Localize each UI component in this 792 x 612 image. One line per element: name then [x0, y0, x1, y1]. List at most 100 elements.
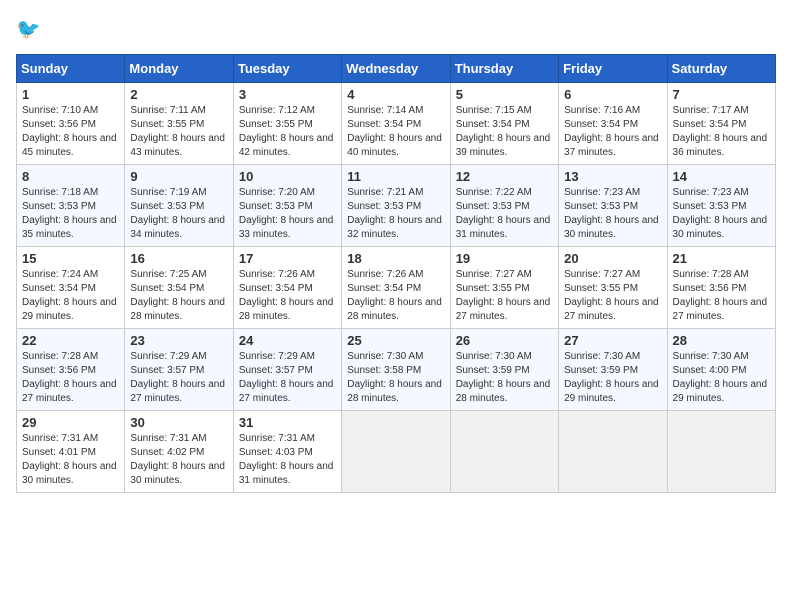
calendar-cell: 4 Sunrise: 7:14 AMSunset: 3:54 PMDayligh… [342, 83, 450, 165]
day-info: Sunrise: 7:16 AMSunset: 3:54 PMDaylight:… [564, 105, 659, 158]
weekday-header-wednesday: Wednesday [342, 55, 450, 83]
page-header: 🐦 [16, 16, 776, 44]
svg-text:🐦: 🐦 [16, 19, 40, 41]
calendar-cell [450, 411, 558, 493]
weekday-header-thursday: Thursday [450, 55, 558, 83]
calendar-cell: 18 Sunrise: 7:26 AMSunset: 3:54 PMDaylig… [342, 247, 450, 329]
day-info: Sunrise: 7:31 AMSunset: 4:02 PMDaylight:… [130, 433, 225, 486]
day-number: 20 [564, 251, 661, 266]
day-number: 16 [130, 251, 227, 266]
calendar-cell: 6 Sunrise: 7:16 AMSunset: 3:54 PMDayligh… [559, 83, 667, 165]
day-info: Sunrise: 7:25 AMSunset: 3:54 PMDaylight:… [130, 269, 225, 322]
day-number: 31 [239, 415, 336, 430]
day-number: 21 [673, 251, 770, 266]
day-info: Sunrise: 7:14 AMSunset: 3:54 PMDaylight:… [347, 105, 442, 158]
day-number: 10 [239, 169, 336, 184]
day-info: Sunrise: 7:29 AMSunset: 3:57 PMDaylight:… [130, 351, 225, 404]
weekday-header-monday: Monday [125, 55, 233, 83]
day-number: 27 [564, 333, 661, 348]
day-info: Sunrise: 7:20 AMSunset: 3:53 PMDaylight:… [239, 187, 334, 240]
day-info: Sunrise: 7:15 AMSunset: 3:54 PMDaylight:… [456, 105, 551, 158]
calendar-cell [342, 411, 450, 493]
day-number: 9 [130, 169, 227, 184]
calendar-cell: 11 Sunrise: 7:21 AMSunset: 3:53 PMDaylig… [342, 165, 450, 247]
calendar-cell: 23 Sunrise: 7:29 AMSunset: 3:57 PMDaylig… [125, 329, 233, 411]
calendar-week-row: 15 Sunrise: 7:24 AMSunset: 3:54 PMDaylig… [17, 247, 776, 329]
day-number: 3 [239, 87, 336, 102]
day-info: Sunrise: 7:28 AMSunset: 3:56 PMDaylight:… [22, 351, 117, 404]
day-info: Sunrise: 7:23 AMSunset: 3:53 PMDaylight:… [564, 187, 659, 240]
day-info: Sunrise: 7:12 AMSunset: 3:55 PMDaylight:… [239, 105, 334, 158]
day-info: Sunrise: 7:24 AMSunset: 3:54 PMDaylight:… [22, 269, 117, 322]
day-number: 18 [347, 251, 444, 266]
day-number: 28 [673, 333, 770, 348]
calendar-cell: 10 Sunrise: 7:20 AMSunset: 3:53 PMDaylig… [233, 165, 341, 247]
day-info: Sunrise: 7:30 AMSunset: 3:59 PMDaylight:… [456, 351, 551, 404]
day-number: 8 [22, 169, 119, 184]
day-number: 1 [22, 87, 119, 102]
weekday-header-friday: Friday [559, 55, 667, 83]
day-number: 29 [22, 415, 119, 430]
day-info: Sunrise: 7:17 AMSunset: 3:54 PMDaylight:… [673, 105, 768, 158]
calendar-week-row: 8 Sunrise: 7:18 AMSunset: 3:53 PMDayligh… [17, 165, 776, 247]
day-number: 14 [673, 169, 770, 184]
calendar-cell: 3 Sunrise: 7:12 AMSunset: 3:55 PMDayligh… [233, 83, 341, 165]
day-number: 17 [239, 251, 336, 266]
calendar-cell: 21 Sunrise: 7:28 AMSunset: 3:56 PMDaylig… [667, 247, 775, 329]
day-info: Sunrise: 7:18 AMSunset: 3:53 PMDaylight:… [22, 187, 117, 240]
day-info: Sunrise: 7:30 AMSunset: 3:58 PMDaylight:… [347, 351, 442, 404]
day-info: Sunrise: 7:27 AMSunset: 3:55 PMDaylight:… [456, 269, 551, 322]
calendar-cell: 14 Sunrise: 7:23 AMSunset: 3:53 PMDaylig… [667, 165, 775, 247]
day-info: Sunrise: 7:28 AMSunset: 3:56 PMDaylight:… [673, 269, 768, 322]
day-info: Sunrise: 7:27 AMSunset: 3:55 PMDaylight:… [564, 269, 659, 322]
calendar-cell: 15 Sunrise: 7:24 AMSunset: 3:54 PMDaylig… [17, 247, 125, 329]
calendar-week-row: 22 Sunrise: 7:28 AMSunset: 3:56 PMDaylig… [17, 329, 776, 411]
calendar-cell: 30 Sunrise: 7:31 AMSunset: 4:02 PMDaylig… [125, 411, 233, 493]
calendar-cell: 1 Sunrise: 7:10 AMSunset: 3:56 PMDayligh… [17, 83, 125, 165]
day-number: 7 [673, 87, 770, 102]
day-info: Sunrise: 7:31 AMSunset: 4:03 PMDaylight:… [239, 433, 334, 486]
calendar-cell: 29 Sunrise: 7:31 AMSunset: 4:01 PMDaylig… [17, 411, 125, 493]
calendar-cell: 22 Sunrise: 7:28 AMSunset: 3:56 PMDaylig… [17, 329, 125, 411]
calendar-cell: 12 Sunrise: 7:22 AMSunset: 3:53 PMDaylig… [450, 165, 558, 247]
weekday-header-sunday: Sunday [17, 55, 125, 83]
calendar-cell [667, 411, 775, 493]
calendar-cell: 17 Sunrise: 7:26 AMSunset: 3:54 PMDaylig… [233, 247, 341, 329]
day-info: Sunrise: 7:30 AMSunset: 3:59 PMDaylight:… [564, 351, 659, 404]
weekday-header-saturday: Saturday [667, 55, 775, 83]
day-info: Sunrise: 7:11 AMSunset: 3:55 PMDaylight:… [130, 105, 225, 158]
calendar-cell: 31 Sunrise: 7:31 AMSunset: 4:03 PMDaylig… [233, 411, 341, 493]
logo: 🐦 [16, 16, 48, 44]
day-info: Sunrise: 7:26 AMSunset: 3:54 PMDaylight:… [239, 269, 334, 322]
day-number: 6 [564, 87, 661, 102]
day-info: Sunrise: 7:19 AMSunset: 3:53 PMDaylight:… [130, 187, 225, 240]
day-info: Sunrise: 7:29 AMSunset: 3:57 PMDaylight:… [239, 351, 334, 404]
day-number: 4 [347, 87, 444, 102]
calendar-cell: 8 Sunrise: 7:18 AMSunset: 3:53 PMDayligh… [17, 165, 125, 247]
calendar-cell: 26 Sunrise: 7:30 AMSunset: 3:59 PMDaylig… [450, 329, 558, 411]
calendar-cell: 7 Sunrise: 7:17 AMSunset: 3:54 PMDayligh… [667, 83, 775, 165]
day-info: Sunrise: 7:23 AMSunset: 3:53 PMDaylight:… [673, 187, 768, 240]
calendar-cell: 9 Sunrise: 7:19 AMSunset: 3:53 PMDayligh… [125, 165, 233, 247]
day-number: 15 [22, 251, 119, 266]
day-number: 11 [347, 169, 444, 184]
calendar-cell: 28 Sunrise: 7:30 AMSunset: 4:00 PMDaylig… [667, 329, 775, 411]
day-number: 26 [456, 333, 553, 348]
calendar-cell [559, 411, 667, 493]
day-info: Sunrise: 7:26 AMSunset: 3:54 PMDaylight:… [347, 269, 442, 322]
calendar-header-row: SundayMondayTuesdayWednesdayThursdayFrid… [17, 55, 776, 83]
logo-icon: 🐦 [16, 16, 44, 44]
calendar-table: SundayMondayTuesdayWednesdayThursdayFrid… [16, 54, 776, 493]
day-number: 24 [239, 333, 336, 348]
day-info: Sunrise: 7:31 AMSunset: 4:01 PMDaylight:… [22, 433, 117, 486]
calendar-cell: 16 Sunrise: 7:25 AMSunset: 3:54 PMDaylig… [125, 247, 233, 329]
day-info: Sunrise: 7:10 AMSunset: 3:56 PMDaylight:… [22, 105, 117, 158]
weekday-header-tuesday: Tuesday [233, 55, 341, 83]
calendar-cell: 2 Sunrise: 7:11 AMSunset: 3:55 PMDayligh… [125, 83, 233, 165]
calendar-cell: 24 Sunrise: 7:29 AMSunset: 3:57 PMDaylig… [233, 329, 341, 411]
calendar-cell: 5 Sunrise: 7:15 AMSunset: 3:54 PMDayligh… [450, 83, 558, 165]
day-number: 23 [130, 333, 227, 348]
day-info: Sunrise: 7:21 AMSunset: 3:53 PMDaylight:… [347, 187, 442, 240]
day-number: 30 [130, 415, 227, 430]
day-number: 5 [456, 87, 553, 102]
